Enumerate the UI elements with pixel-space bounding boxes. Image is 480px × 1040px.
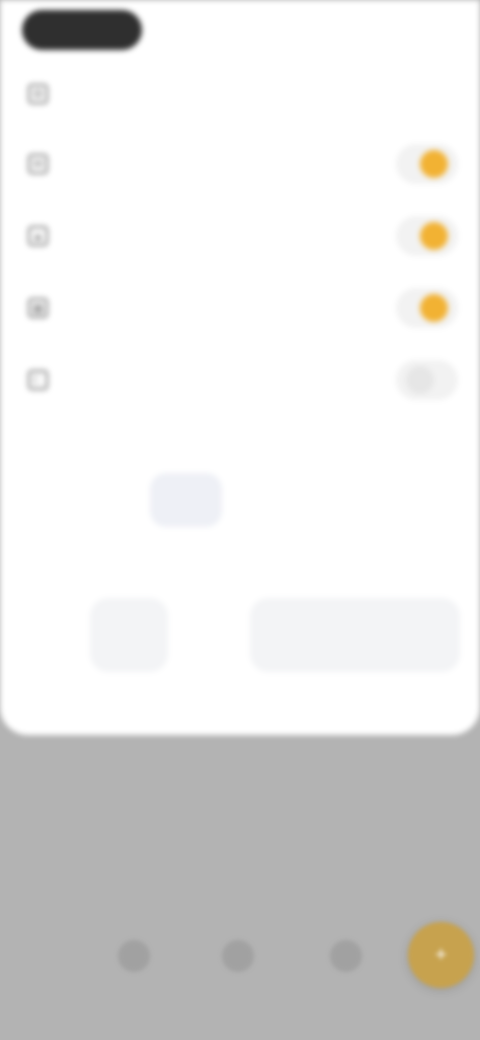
- segment-option-1[interactable]: [150, 473, 222, 527]
- toggle-4[interactable]: [396, 288, 458, 328]
- toggle-knob-3: [420, 222, 448, 250]
- action-buttons: [90, 595, 460, 675]
- settings-row-2[interactable]: ✉: [28, 140, 458, 188]
- toggle-2[interactable]: [396, 144, 458, 184]
- toggle-5[interactable]: [396, 360, 458, 400]
- toggle-knob-5: [406, 366, 434, 394]
- shield-icon: ▲: [28, 226, 48, 246]
- status-pill: [22, 10, 142, 50]
- action-button-left[interactable]: [90, 598, 168, 672]
- moon-icon: ☾: [28, 370, 48, 390]
- segment-option-2[interactable]: [264, 473, 336, 527]
- settings-row-1[interactable]: ⚙: [28, 70, 458, 118]
- action-button-right[interactable]: [250, 598, 460, 672]
- home-icon[interactable]: [118, 940, 150, 972]
- settings-row-4[interactable]: ▦: [28, 284, 458, 332]
- bell-icon: ✉: [28, 154, 48, 174]
- toggle-knob-4: [420, 294, 448, 322]
- segmented-control: [150, 470, 450, 530]
- toggle-3[interactable]: [396, 216, 458, 256]
- plus-icon[interactable]: +: [408, 922, 474, 988]
- settings-row-3[interactable]: ▲: [28, 212, 458, 260]
- gear-icon: ⚙: [28, 84, 48, 104]
- status-time: [350, 20, 442, 40]
- chat-icon[interactable]: [330, 940, 362, 972]
- search-icon[interactable]: [222, 940, 254, 972]
- settings-row-5[interactable]: ☾: [28, 356, 458, 404]
- toggle-knob-2: [420, 150, 448, 178]
- bottom-nav: +: [0, 900, 480, 1010]
- grid-icon: ▦: [28, 298, 48, 318]
- status-bar: [0, 0, 480, 60]
- settings-sheet: ⚙ ✉ ▲ ▦ ☾: [0, 0, 480, 735]
- segment-option-3[interactable]: [378, 473, 450, 527]
